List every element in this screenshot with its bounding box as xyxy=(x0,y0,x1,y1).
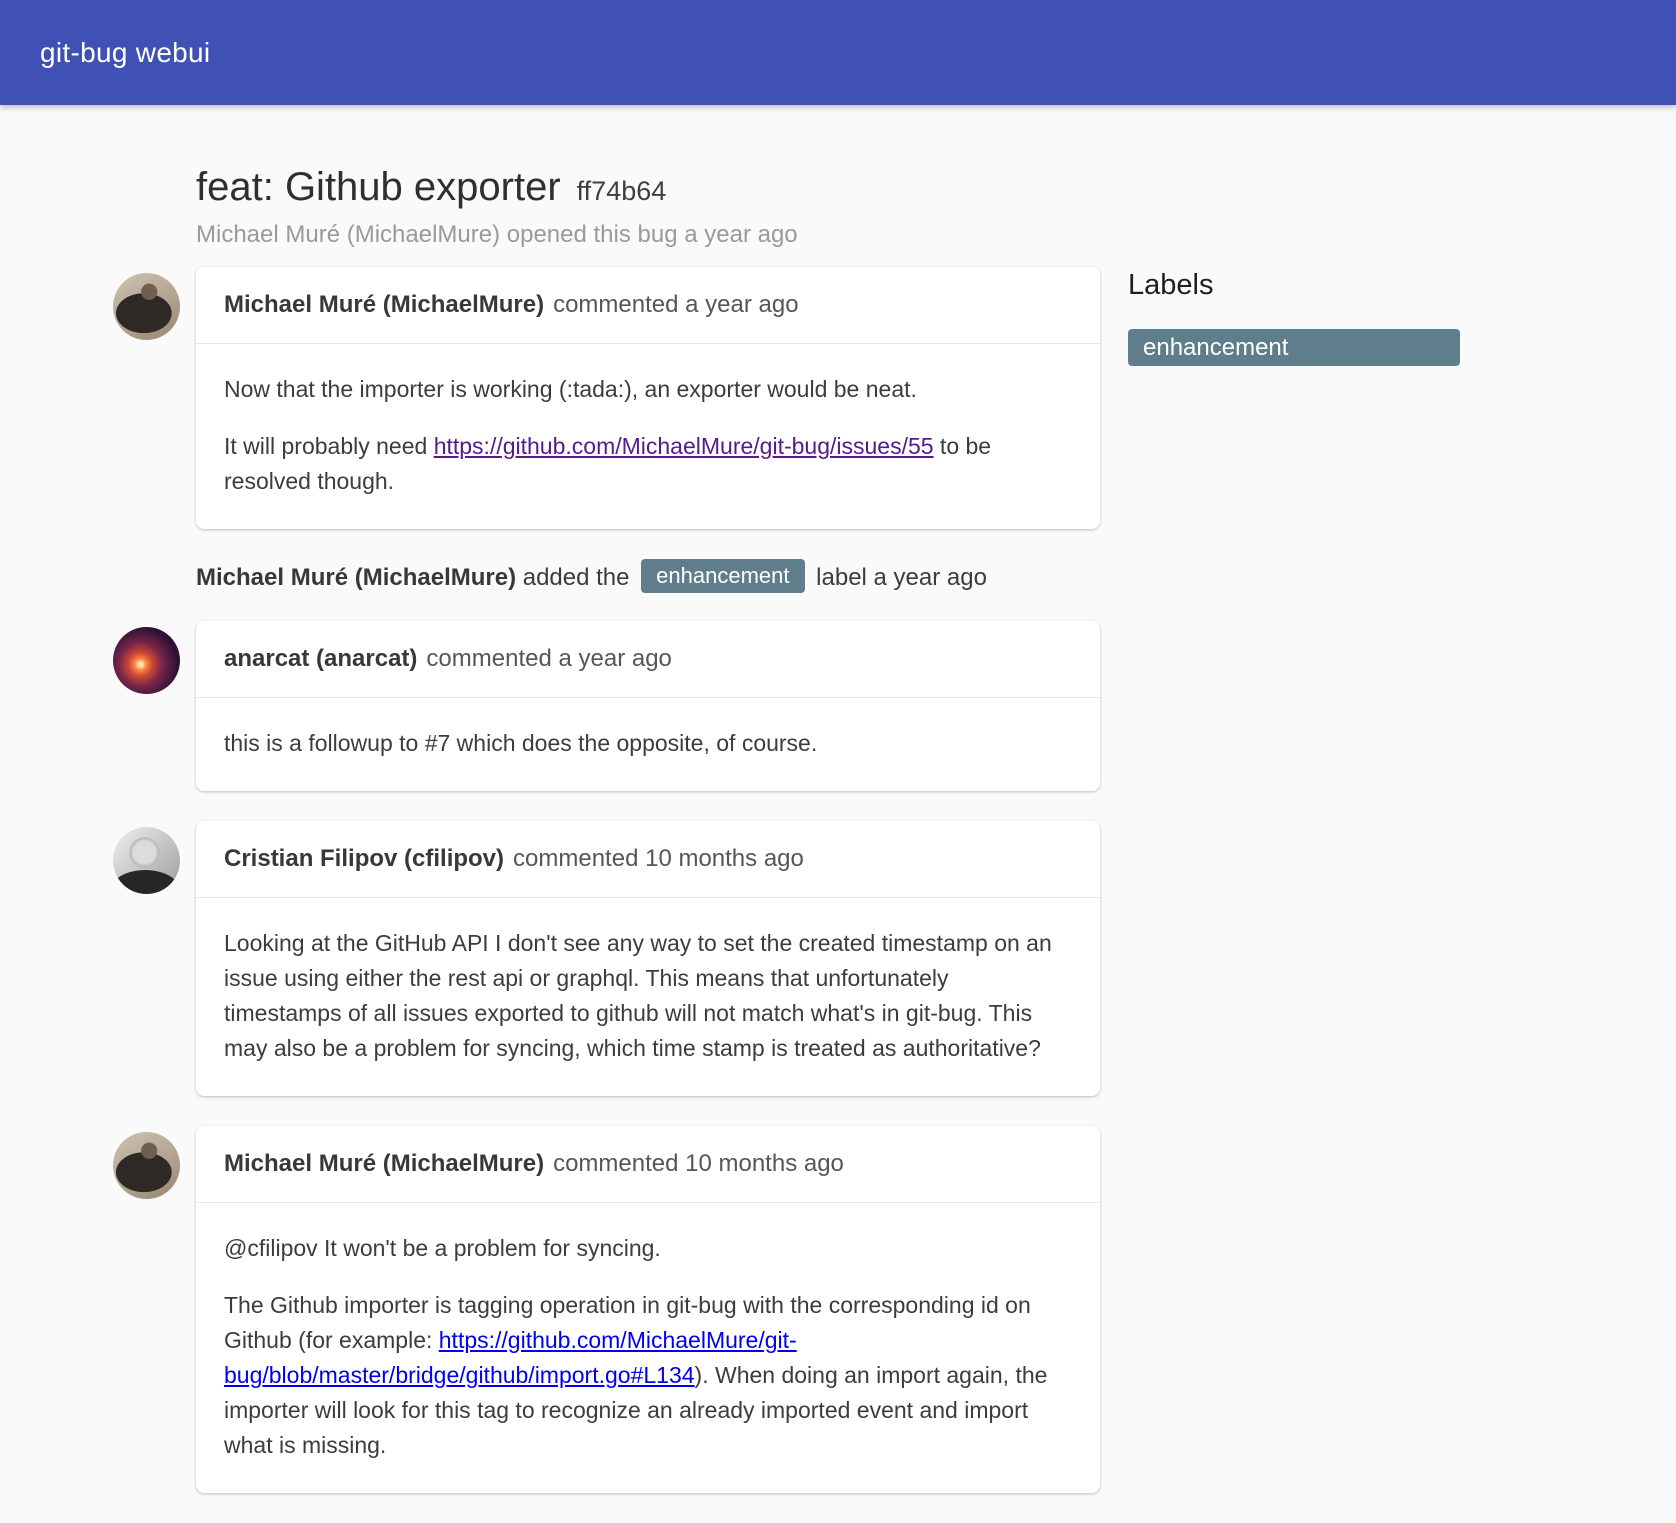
bug-title: feat: Github exporter xyxy=(196,165,561,210)
comment-row: anarcat (anarcat) commented a year ago thi… xyxy=(113,621,1100,791)
michaelmure-avatar xyxy=(113,1132,180,1199)
comment-text: It will probably need xyxy=(224,433,434,459)
comment-row: Michael Muré (MichaelMure) commented a ye… xyxy=(113,267,1100,529)
event-text: label a year ago xyxy=(810,564,987,591)
cfilipov-avatar xyxy=(113,827,180,894)
content-row: Michael Muré (MichaelMure) commented a ye… xyxy=(113,267,1676,1523)
label-list: enhancement xyxy=(1128,329,1460,366)
event-text: Michael Muré (MichaelMure) xyxy=(196,564,516,591)
comment-body: this is a followup to #7 which does the … xyxy=(196,698,1100,791)
comment-body: Now that the importer is working (:tada:… xyxy=(196,344,1100,529)
comment-text: this is a followup to #7 which does the … xyxy=(224,730,817,756)
comment-meta: commented a year ago xyxy=(426,645,671,672)
labels-heading: Labels xyxy=(1128,269,1460,302)
comment-card: Michael Muré (MichaelMure) commented a ye… xyxy=(196,267,1100,529)
comment-paragraph: The Github importer is tagging operation… xyxy=(224,1288,1072,1463)
event-text: added the xyxy=(516,564,636,591)
comment-link[interactable]: https://github.com/MichaelMure/git-bug/i… xyxy=(434,433,934,459)
label-event-row: Michael Muré (MichaelMure) added the enh… xyxy=(113,559,1100,593)
comment-author: Michael Muré (MichaelMure) xyxy=(224,1150,544,1177)
label-chip: enhancement xyxy=(641,559,804,593)
bug-hash: ff74b64 xyxy=(577,176,667,207)
comment-text: @cfilipov It won't be a problem for sync… xyxy=(224,1235,661,1261)
app-bar: git-bug webui xyxy=(0,0,1676,105)
comment-text: Looking at the GitHub API I don't see an… xyxy=(224,930,1052,1061)
comment-card: anarcat (anarcat) commented a year ago thi… xyxy=(196,621,1100,791)
comment-header: Cristian Filipov (cfilipov) commented 10 … xyxy=(196,821,1100,898)
bug-header: feat: Github exporter ff74b64 Michael Mu… xyxy=(196,165,1676,249)
comment-header: Michael Muré (MichaelMure) commented 10 m… xyxy=(196,1126,1100,1203)
comment-author: Cristian Filipov (cfilipov) xyxy=(224,845,504,872)
comment-author: Michael Muré (MichaelMure) xyxy=(224,291,544,318)
bug-opened-line: Michael Muré (MichaelMure) opened this b… xyxy=(196,221,1676,249)
comment-body: Looking at the GitHub API I don't see an… xyxy=(196,898,1100,1096)
comment-card: Michael Muré (MichaelMure) commented 10 m… xyxy=(196,1126,1100,1493)
anarcat-avatar xyxy=(113,627,180,694)
comment-paragraph: It will probably need https://github.com… xyxy=(224,429,1072,499)
comment-text: Now that the importer is working (:tada:… xyxy=(224,376,917,402)
comment-meta: commented 10 months ago xyxy=(513,845,804,872)
comment-header: anarcat (anarcat) commented a year ago xyxy=(196,621,1100,698)
michaelmure-avatar xyxy=(113,273,180,340)
comment-meta: commented a year ago xyxy=(553,291,798,318)
comment-row: Michael Muré (MichaelMure) commented 10 m… xyxy=(113,1126,1100,1493)
app-title: git-bug webui xyxy=(40,37,210,69)
labels-sidebar: Labels enhancement xyxy=(1128,267,1460,376)
comment-paragraph: Now that the importer is working (:tada:… xyxy=(224,372,1072,407)
timeline: Michael Muré (MichaelMure) commented a ye… xyxy=(113,267,1100,1523)
comment-row: Cristian Filipov (cfilipov) commented 10 … xyxy=(113,821,1100,1096)
comment-card: Cristian Filipov (cfilipov) commented 10 … xyxy=(196,821,1100,1096)
comment-paragraph: @cfilipov It won't be a problem for sync… xyxy=(224,1231,1072,1266)
comment-paragraph: Looking at the GitHub API I don't see an… xyxy=(224,926,1072,1066)
comment-header: Michael Muré (MichaelMure) commented a ye… xyxy=(196,267,1100,344)
comment-author: anarcat (anarcat) xyxy=(224,645,417,672)
label-chip: enhancement xyxy=(1128,329,1460,366)
comment-paragraph: this is a followup to #7 which does the … xyxy=(224,726,1072,761)
comment-meta: commented 10 months ago xyxy=(553,1150,844,1177)
comment-body: @cfilipov It won't be a problem for sync… xyxy=(196,1203,1100,1493)
